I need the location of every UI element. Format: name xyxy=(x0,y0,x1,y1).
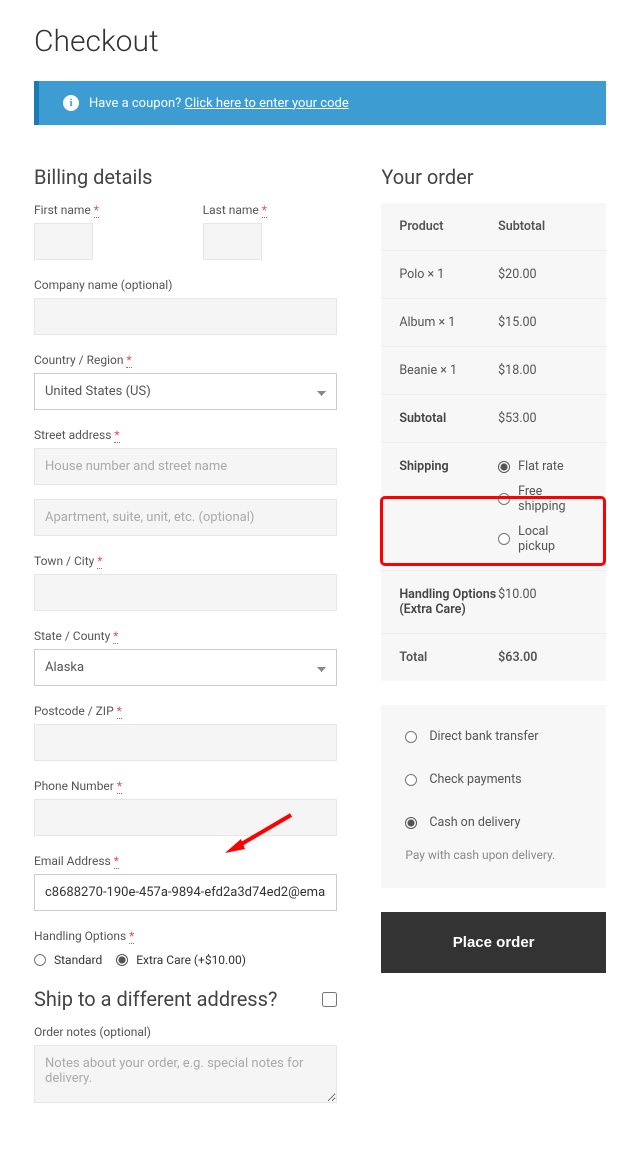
order-shipping-label: Shipping xyxy=(399,459,498,554)
last-name-label: Last name * xyxy=(203,203,338,217)
company-input[interactable] xyxy=(34,298,337,335)
country-select[interactable]: United States (US) xyxy=(34,373,337,410)
pay-bank-radio[interactable] xyxy=(405,731,417,743)
order-total-value: $63.00 xyxy=(498,650,588,665)
city-input[interactable] xyxy=(34,574,337,611)
street-label: Street address * xyxy=(34,428,337,442)
order-handling-label: Handling Options (Extra Care) xyxy=(399,587,498,617)
order-notes-label: Order notes (optional) xyxy=(34,1025,337,1039)
order-header-product: Product xyxy=(399,219,498,234)
company-label: Company name (optional) xyxy=(34,278,337,292)
ship-diff-heading: Ship to a different address? xyxy=(34,987,277,1011)
phone-label: Phone Number * xyxy=(34,779,337,793)
postcode-input[interactable] xyxy=(34,724,337,761)
postcode-label: Postcode / ZIP * xyxy=(34,704,337,718)
email-input[interactable] xyxy=(34,874,337,911)
billing-heading: Billing details xyxy=(34,165,337,189)
handling-extra-label: Extra Care (+$10.00) xyxy=(136,953,246,967)
handling-standard-label: Standard xyxy=(54,953,102,967)
ship-local-label: Local pickup xyxy=(518,524,588,554)
state-select[interactable]: Alaska xyxy=(34,649,337,686)
ship-free-radio[interactable] xyxy=(498,493,510,505)
place-order-button[interactable]: Place order xyxy=(381,912,606,973)
coupon-notice: i Have a coupon? Click here to enter you… xyxy=(34,81,606,125)
order-item-name: Polo × 1 xyxy=(399,267,498,282)
ship-free-label: Free shipping xyxy=(518,484,588,514)
order-subtotal-label: Subtotal xyxy=(399,411,498,426)
page-title: Checkout xyxy=(34,24,606,59)
pay-check-label: Check payments xyxy=(429,772,521,787)
order-item-price: $15.00 xyxy=(498,315,588,330)
ship-flat-radio[interactable] xyxy=(498,461,510,473)
last-name-input[interactable] xyxy=(203,223,262,260)
order-item-name: Beanie × 1 xyxy=(399,363,498,378)
order-header-subtotal: Subtotal xyxy=(498,219,588,234)
city-label: Town / City * xyxy=(34,554,337,568)
order-item-price: $18.00 xyxy=(498,363,588,378)
order-item-price: $20.00 xyxy=(498,267,588,282)
order-total-label: Total xyxy=(399,650,498,665)
pay-cod-desc: Pay with cash upon delivery. xyxy=(381,844,606,888)
payment-methods: Direct bank transfer Check payments Cash… xyxy=(381,705,606,888)
handling-extra-radio[interactable] xyxy=(116,954,128,966)
email-label: Email Address * xyxy=(34,854,337,868)
first-name-label: First name * xyxy=(34,203,169,217)
country-label: Country / Region * xyxy=(34,353,337,367)
order-notes-input[interactable] xyxy=(34,1045,337,1103)
order-subtotal-value: $53.00 xyxy=(498,411,588,426)
state-label: State / County * xyxy=(34,629,337,643)
pay-cod-label: Cash on delivery xyxy=(429,815,520,830)
ship-flat-label: Flat rate xyxy=(518,459,563,474)
coupon-link[interactable]: Click here to enter your code xyxy=(185,96,349,111)
handling-label: Handling Options * xyxy=(34,929,337,943)
first-name-input[interactable] xyxy=(34,223,93,260)
ship-local-radio[interactable] xyxy=(498,533,510,545)
order-heading: Your order xyxy=(381,165,606,189)
order-summary: Product Subtotal Polo × 1 $20.00 Album ×… xyxy=(381,203,606,681)
handling-standard-radio[interactable] xyxy=(34,954,46,966)
street2-input[interactable] xyxy=(34,499,337,536)
phone-input[interactable] xyxy=(34,799,337,836)
coupon-text: Have a coupon? xyxy=(89,96,185,111)
street1-input[interactable] xyxy=(34,448,337,485)
ship-diff-checkbox[interactable] xyxy=(322,992,337,1007)
order-item-name: Album × 1 xyxy=(399,315,498,330)
pay-bank-label: Direct bank transfer xyxy=(429,729,538,744)
info-icon: i xyxy=(63,95,79,111)
pay-check-radio[interactable] xyxy=(405,774,417,786)
pay-cod-radio[interactable] xyxy=(405,817,417,829)
order-handling-value: $10.00 xyxy=(498,587,588,617)
